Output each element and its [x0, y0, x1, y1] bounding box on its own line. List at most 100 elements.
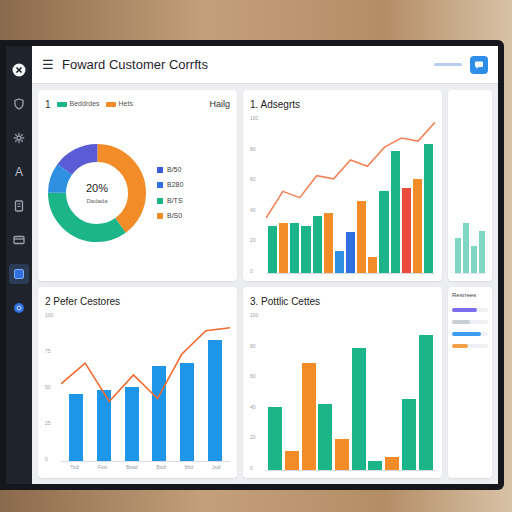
chart-bar[interactable] — [385, 457, 399, 470]
chart-bar[interactable] — [180, 363, 194, 460]
donut-list-item: B/TS — [157, 196, 183, 207]
axis-tick: 60 — [250, 177, 264, 182]
axis-tick: 0 — [250, 466, 264, 471]
axis-tick: 75 — [45, 349, 59, 354]
chart-bar[interactable] — [424, 144, 433, 273]
sidebar-glyph-icon: A — [15, 166, 23, 178]
chart-bar[interactable] — [268, 407, 282, 470]
donut-center: 20%Dadada — [45, 141, 149, 245]
line-series — [266, 122, 435, 218]
dashboard-grid: 1BeddrdesHetsHailg20%DadadaB/50B280B/TSB… — [32, 84, 498, 484]
chart-bar[interactable] — [301, 226, 310, 273]
sidebar-item[interactable]: A — [9, 162, 29, 182]
donut-list-item: B/S0 — [157, 211, 183, 222]
chart-bar[interactable] — [402, 399, 416, 470]
sidebar-item[interactable] — [9, 298, 29, 318]
sidebar-item[interactable] — [9, 94, 29, 114]
chart-bar[interactable] — [97, 390, 111, 461]
chart-bar[interactable] — [413, 179, 422, 273]
chart-bar[interactable] — [313, 216, 322, 273]
donut-chart: 20%Dadada — [45, 141, 149, 245]
header-link[interactable] — [434, 63, 462, 66]
chart-bar[interactable] — [152, 366, 166, 460]
sidebar-item[interactable] — [9, 230, 29, 250]
chart-plot — [61, 313, 230, 462]
chart-axis: 1007550250 — [45, 313, 59, 462]
donut-segment[interactable] — [57, 153, 137, 233]
sidebar-item[interactable] — [9, 60, 29, 80]
donut-card-body: 20%Dadada B/50 B280 B/TS B/S0 — [45, 112, 230, 274]
chart-bar[interactable] — [391, 151, 400, 273]
donut-center-label: Dadada — [86, 197, 107, 206]
chart-bar[interactable] — [346, 232, 355, 273]
axis-tick: 40 — [250, 405, 264, 410]
list-label: B/S0 — [167, 211, 182, 222]
chart-bar[interactable] — [268, 226, 277, 273]
chart-bar[interactable] — [125, 387, 139, 461]
chart-bar[interactable] — [208, 340, 222, 461]
side-chart-plot — [455, 214, 485, 274]
sidebar-item[interactable] — [9, 196, 29, 216]
card-icon — [12, 233, 26, 247]
chart-card: 2 Pefer Cestores 1007550250TsdlFsstBeadBs… — [38, 287, 237, 478]
side-meter-fill — [452, 344, 468, 348]
doc-icon — [12, 199, 26, 213]
axis-tick: 100 — [250, 313, 264, 318]
chart-card: 1. Adsegrts100806040200 — [243, 90, 442, 281]
side-meter-fill — [452, 332, 481, 336]
dashboard-title: Foward Customer Corrfts — [62, 55, 208, 75]
chart-bar[interactable] — [302, 363, 316, 470]
axis-tick: 25 — [45, 421, 59, 426]
list-label: B280 — [167, 180, 183, 191]
chart-area: 1007550250 — [45, 313, 230, 462]
header-action-button[interactable] — [470, 56, 488, 74]
side-chart-bar[interactable] — [455, 238, 461, 273]
chart-title: 2 Pefer Cestores — [45, 294, 230, 309]
list-label: B/TS — [167, 196, 183, 207]
donut-segment[interactable] — [57, 153, 137, 233]
list-swatch — [157, 213, 163, 219]
shield-icon — [12, 97, 26, 111]
chart-line — [266, 116, 435, 273]
axis-tick: 40 — [250, 208, 264, 213]
chart-bar[interactable] — [368, 257, 377, 273]
chart-area: 100806040200 — [250, 116, 435, 274]
sidebar-item[interactable] — [9, 264, 29, 284]
side-chart-bar[interactable] — [479, 231, 485, 273]
legend-label: Hets — [119, 99, 133, 110]
chart-bar[interactable] — [352, 348, 366, 470]
chart-plot — [266, 116, 435, 274]
donut-segment[interactable] — [57, 153, 137, 233]
axis-tick: 80 — [250, 344, 264, 349]
x-label: Fsst — [98, 464, 107, 472]
chart-bar[interactable] — [402, 188, 411, 273]
list-swatch — [157, 182, 163, 188]
chart-bar[interactable] — [69, 394, 83, 460]
chart-axis: 100806040200 — [250, 116, 264, 274]
sidebar-item[interactable] — [9, 128, 29, 148]
side-list-card: Resrrees — [448, 287, 492, 478]
donut-list-item: B/50 — [157, 165, 183, 176]
chart-bar[interactable] — [368, 461, 382, 470]
chart-title: 3. Pottlic Cettes — [250, 294, 435, 309]
axis-tick: 60 — [250, 374, 264, 379]
side-chart-bar[interactable] — [471, 246, 477, 273]
chart-bar[interactable] — [335, 439, 349, 470]
chart-bar[interactable] — [335, 251, 344, 273]
chart-bar[interactable] — [290, 223, 299, 273]
chart-bar[interactable] — [419, 335, 433, 470]
chart-bar[interactable] — [279, 223, 288, 273]
chart-bar[interactable] — [285, 451, 299, 470]
chart-bar[interactable] — [379, 191, 388, 273]
side-chart-card — [448, 90, 492, 281]
legend-swatch — [106, 102, 116, 107]
chart-bar[interactable] — [357, 201, 366, 273]
donut-segment[interactable] — [57, 153, 137, 233]
axis-tick: 20 — [250, 435, 264, 440]
side-chart-bar[interactable] — [463, 223, 469, 273]
side-meter-fill — [452, 308, 477, 312]
chart-bar[interactable] — [324, 213, 333, 273]
chart-bar[interactable] — [318, 404, 332, 470]
chart-area: 100 80 60 40 20 0 — [250, 313, 435, 471]
chart-x-axis: TsdlFsstBeadBsdlMrdJsdl — [61, 464, 230, 472]
